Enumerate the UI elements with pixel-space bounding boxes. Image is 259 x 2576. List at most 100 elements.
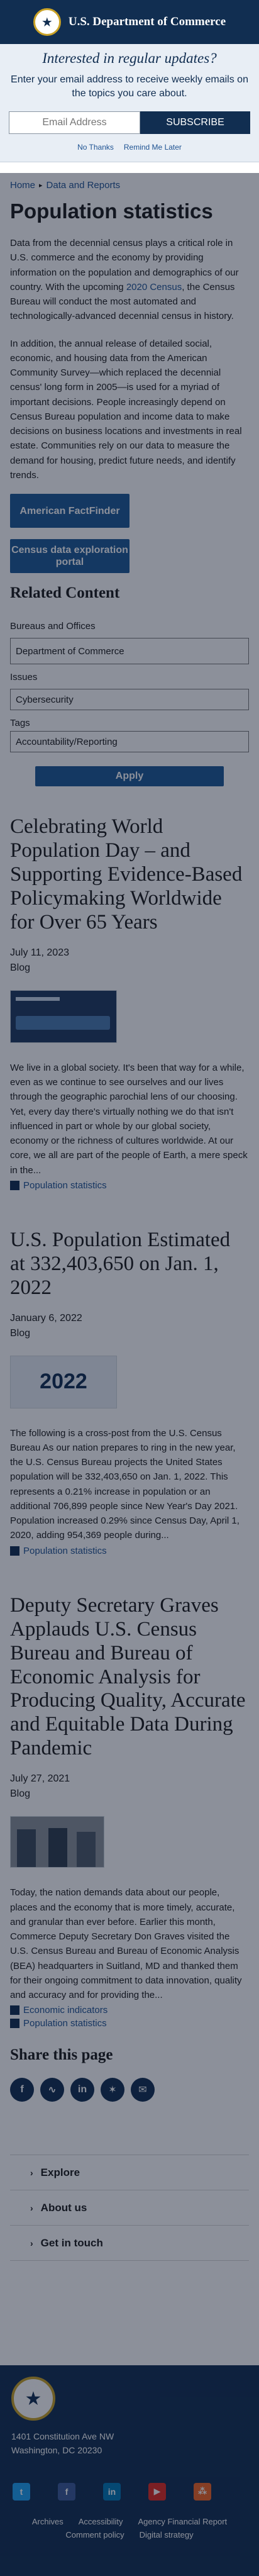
site-header: ★ U.S. Department of Commerce (0, 0, 259, 44)
list-item: U.S. Population Estimated at 332,403,650… (10, 1229, 249, 1556)
census-2020-link[interactable]: 2020 Census (126, 282, 182, 293)
breadcrumb: Home ▸ Data and Reports (10, 162, 249, 191)
linkedin-icon[interactable]: in (70, 2078, 94, 2102)
post-excerpt: The following is a cross-post from the U… (10, 1427, 240, 1541)
tag-icon (10, 2019, 19, 2029)
filter-label-bureaus: Bureaus and Offices (10, 621, 96, 632)
apply-button[interactable]: Apply (35, 766, 224, 787)
post-tag[interactable]: Economic indicators (10, 2005, 249, 2016)
tag-icon (10, 1180, 19, 1190)
chevron-right-icon: › (30, 2202, 33, 2213)
commerce-seal-logo[interactable]: ★ (33, 8, 61, 36)
bureaus-select[interactable]: Department of Commerce (10, 638, 249, 665)
issues-select[interactable]: Cybersecurity (10, 689, 249, 711)
main-content: Home ▸ Data and Reports Population stati… (0, 162, 259, 2261)
post-tag[interactable]: Population statistics (10, 1180, 249, 1191)
post-tag[interactable]: Population statistics (10, 1546, 249, 1556)
footer-link-accessibility[interactable]: Accessibility (79, 2517, 123, 2526)
post-title[interactable]: U.S. Population Estimated at 332,403,650… (10, 1229, 249, 1300)
email-input[interactable] (9, 111, 140, 135)
breadcrumb-home[interactable]: Home (10, 180, 35, 191)
email-signup-modal: Interested in regular updates? Enter you… (0, 44, 259, 163)
footer-accordion: › Explore › About us › Get in touch (10, 2155, 249, 2261)
tag-label[interactable]: Population statistics (23, 1180, 107, 1191)
intro-paragraph-1: Data from the decennial census plays a c… (10, 236, 249, 324)
accordion-label: About us (40, 2201, 87, 2214)
breadcrumb-section[interactable]: Data and Reports (47, 180, 121, 191)
accordion-about-us[interactable]: › About us (10, 2190, 249, 2226)
share-buttons: f ∿ in ✶ ✉ (10, 2078, 249, 2102)
post-excerpt: We live in a global society. It's been t… (10, 1062, 248, 1176)
twitter-icon[interactable]: t (13, 2482, 30, 2501)
american-factfinder-button[interactable]: American FactFinder (10, 494, 130, 528)
thumb-bar (16, 996, 60, 1001)
tag-label[interactable]: Population statistics (23, 2018, 107, 2029)
post-title[interactable]: Celebrating World Population Day – and S… (10, 815, 249, 935)
subscribe-button[interactable]: SUBSCRIBE (140, 111, 250, 135)
thumb-panel (16, 1015, 110, 1030)
address-line-1: 1401 Constitution Ave NW (11, 2431, 114, 2441)
thumb-year: 2022 (40, 1369, 87, 1394)
youtube-icon[interactable]: ▶ (148, 2482, 166, 2501)
facebook-icon[interactable]: f (58, 2482, 75, 2501)
post-type: Blog (10, 1788, 31, 1800)
share-section: Share this page f ∿ in ✶ ✉ (10, 2046, 249, 2102)
facebook-icon[interactable]: f (10, 2078, 34, 2102)
footer-link-digital-strategy[interactable]: Digital strategy (140, 2530, 194, 2540)
accordion-label: Get in touch (40, 2236, 103, 2249)
accordion-label: Explore (40, 2166, 80, 2178)
related-heading: Related Content (10, 584, 120, 602)
twitter-icon[interactable]: ✶ (101, 2078, 124, 2102)
intro-paragraph-2: In addition, the annual release of detai… (10, 338, 242, 481)
tag-label[interactable]: Economic indicators (23, 2005, 107, 2016)
post-thumbnail[interactable] (10, 1816, 104, 1868)
accordion-get-in-touch[interactable]: › Get in touch (10, 2226, 249, 2261)
footer-links: Archives Accessibility Agency Financial … (0, 2517, 259, 2540)
tag-label[interactable]: Population statistics (23, 1546, 107, 1556)
share-heading: Share this page (10, 2046, 113, 2064)
post-tag[interactable]: Population statistics (10, 2018, 249, 2029)
post-thumbnail[interactable]: 2022 (10, 1355, 117, 1408)
tags-select[interactable]: Accountability/Reporting (10, 731, 249, 753)
post-date: July 11, 2023 (10, 947, 69, 958)
post-date: January 6, 2022 (10, 1312, 82, 1324)
tag-icon (10, 1546, 19, 1556)
footer-seal-logo[interactable]: ★ (11, 2377, 55, 2421)
linkedin-icon[interactable]: in (103, 2482, 121, 2501)
chevron-right-icon: › (30, 2238, 33, 2248)
signup-description: Enter your email address to receive week… (11, 74, 248, 99)
messenger-icon[interactable]: ∿ (40, 2078, 64, 2102)
signup-form: SUBSCRIBE (9, 111, 250, 135)
post-title[interactable]: Deputy Secretary Graves Applauds U.S. Ce… (10, 1594, 249, 1761)
footer-address: 1401 Constitution Ave NW Washington, DC … (11, 2429, 259, 2458)
email-icon[interactable]: ✉ (131, 2078, 155, 2102)
thumb-figure (17, 1829, 36, 1868)
page-title: Population statistics (10, 199, 213, 223)
thumb-figure (48, 1828, 67, 1868)
post-type: Blog (10, 962, 31, 973)
post-thumbnail[interactable] (10, 990, 117, 1043)
thumb-figure (77, 1832, 96, 1868)
related-content: Related Content Bureaus and Offices Depa… (10, 584, 249, 787)
accordion-explore[interactable]: › Explore (10, 2155, 249, 2191)
footer-link-comment-policy[interactable]: Comment policy (65, 2530, 124, 2540)
site-footer: ★ 1401 Constitution Ave NW Washington, D… (0, 2365, 259, 2576)
signup-links: No Thanks Remind Me Later (9, 143, 250, 152)
chevron-right-icon: › (30, 2167, 33, 2178)
no-thanks-link[interactable]: No Thanks (77, 143, 114, 152)
census-data-portal-button[interactable]: Census data exploration portal (10, 539, 130, 574)
intro: Data from the decennial census plays a c… (10, 236, 249, 482)
address-line-2: Washington, DC 20230 (11, 2445, 102, 2456)
footer-social-links: t f in ▶ ⁂ (13, 2482, 259, 2501)
rss-icon[interactable]: ⁂ (194, 2482, 211, 2501)
footer-link-financial-report[interactable]: Agency Financial Report (138, 2517, 228, 2526)
post-excerpt: Today, the nation demands data about our… (10, 1887, 242, 2000)
list-item: Deputy Secretary Graves Applauds U.S. Ce… (10, 1594, 249, 2029)
remind-later-link[interactable]: Remind Me Later (124, 143, 182, 152)
footer-link-archives[interactable]: Archives (32, 2517, 63, 2526)
tag-icon (10, 2005, 19, 2016)
filter-label-tags: Tags (10, 718, 30, 729)
site-title[interactable]: U.S. Department of Commerce (69, 15, 226, 29)
breadcrumb-separator-icon: ▸ (39, 182, 43, 190)
filter-label-issues: Issues (10, 672, 38, 683)
